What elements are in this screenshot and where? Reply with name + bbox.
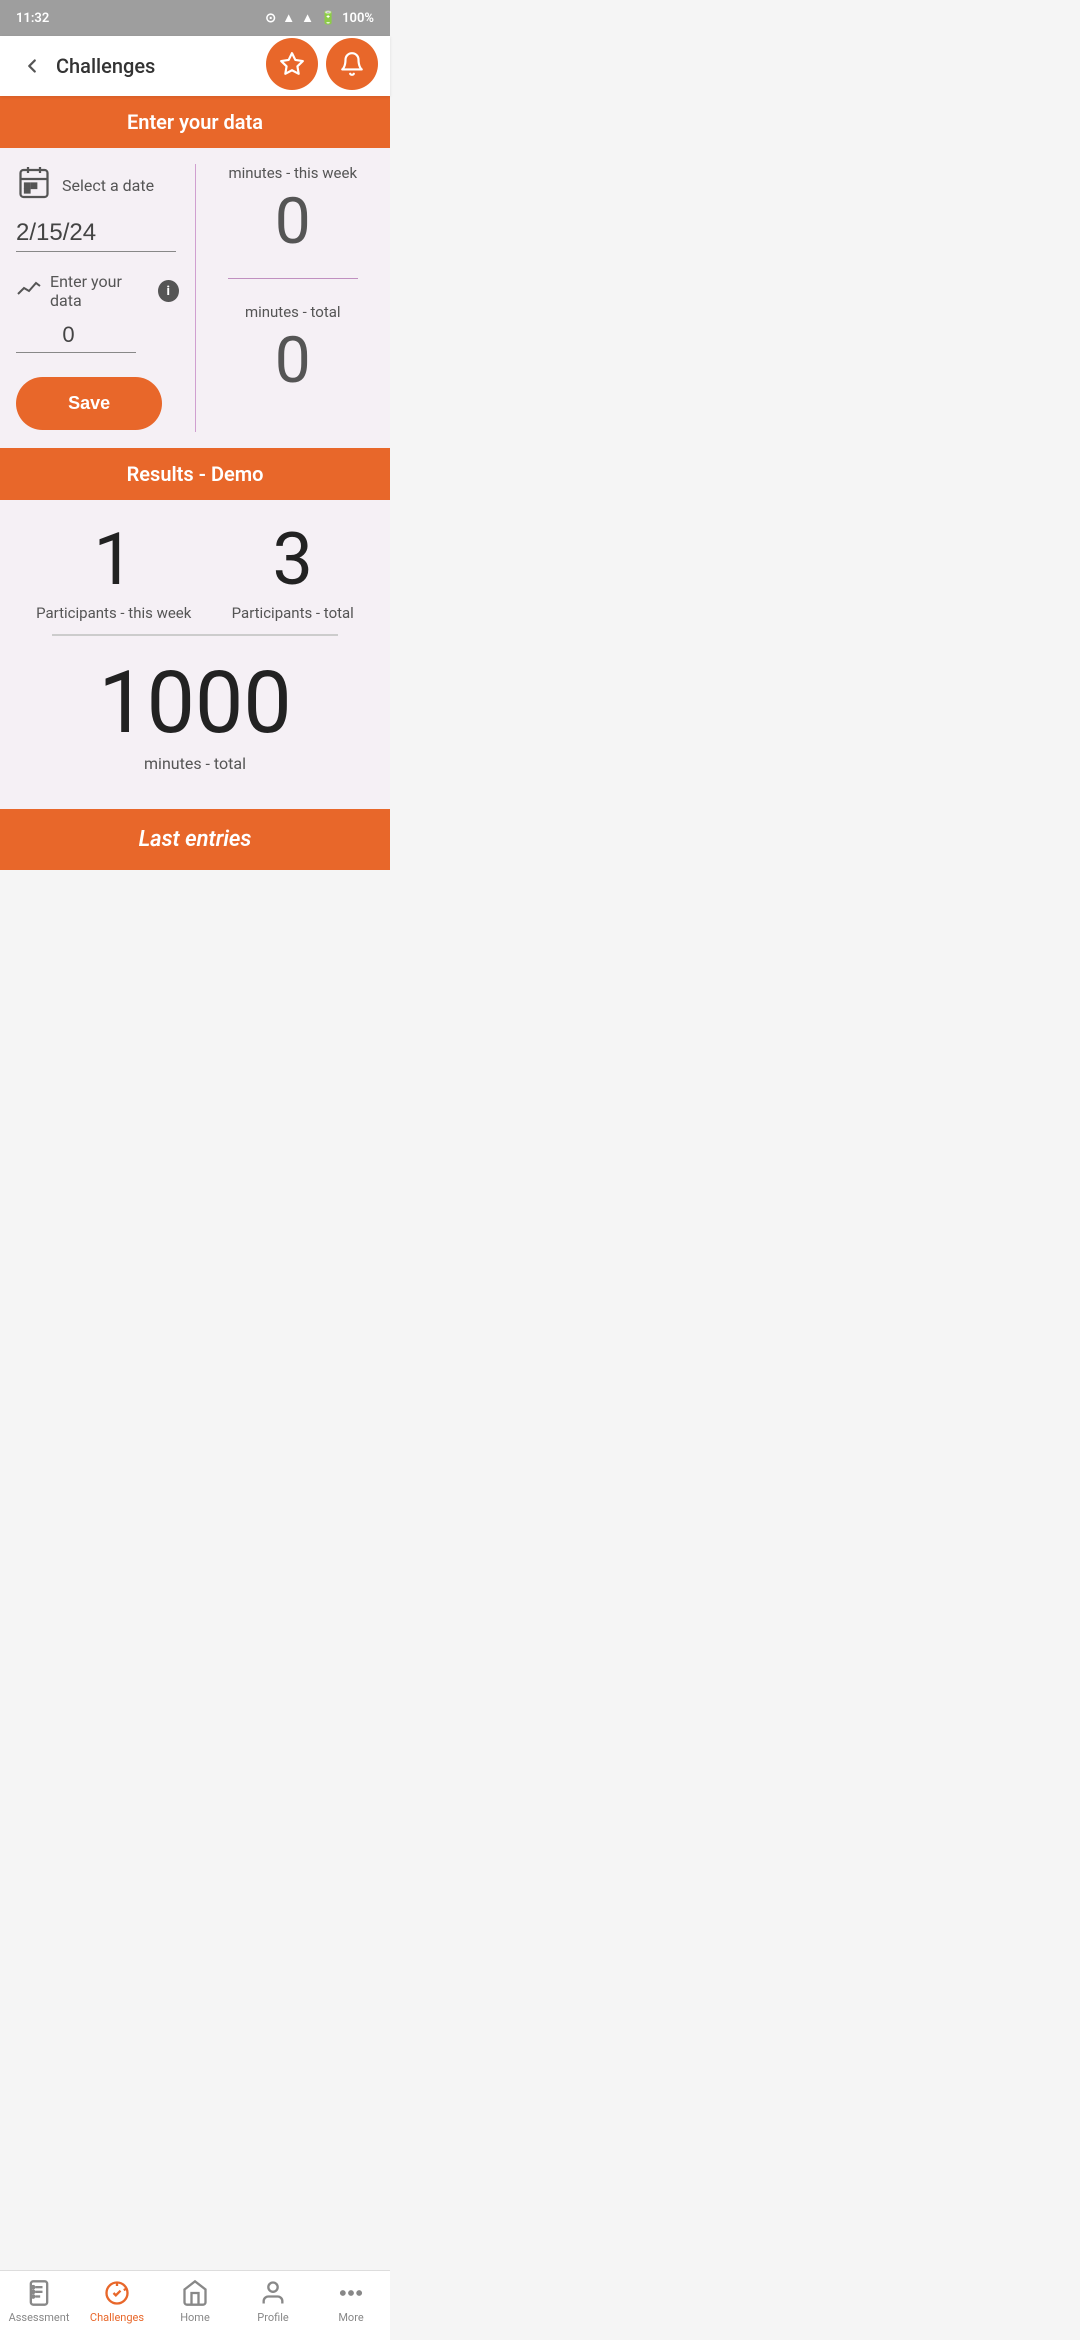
- participants-this-week-value: 1: [36, 524, 191, 596]
- notification-button[interactable]: [326, 38, 378, 90]
- participants-total-value: 3: [232, 524, 354, 596]
- signal-icon: ▲: [301, 10, 314, 26]
- chart-icon: [16, 278, 42, 304]
- participants-total: 3 Participants - total: [232, 524, 354, 622]
- nav-profile[interactable]: Profile: [241, 2279, 305, 2324]
- nav-challenges-label: Challenges: [90, 2311, 144, 2324]
- last-entries-header: Last entries: [0, 809, 390, 870]
- participants-grid: 1 Participants - this week 3 Participant…: [16, 524, 374, 622]
- last-entries-title: Last entries: [139, 827, 252, 852]
- data-entry-left: Select a date Enter your data i Save: [16, 164, 196, 432]
- date-input[interactable]: [16, 215, 176, 252]
- total-minutes-value: 1000: [16, 660, 374, 746]
- total-minutes-section: 1000 minutes - total: [16, 648, 374, 785]
- minutes-this-week-value: 0: [275, 190, 311, 254]
- assessment-icon: [25, 2279, 53, 2307]
- battery-text: 100%: [342, 11, 374, 26]
- info-button[interactable]: i: [158, 280, 178, 302]
- challenges-icon: [103, 2279, 131, 2307]
- results-title: Results - Demo: [127, 462, 264, 486]
- results-section-header: Results - Demo: [0, 448, 390, 500]
- nav-assessment[interactable]: Assessment: [7, 2279, 71, 2324]
- page-title: Challenges: [56, 54, 155, 78]
- profile-icon: [259, 2279, 287, 2307]
- total-minutes-label: minutes - total: [16, 754, 374, 773]
- participants-this-week: 1 Participants - this week: [36, 524, 191, 622]
- date-section: Select a date: [16, 164, 179, 207]
- wifi-icon: ▲: [282, 10, 295, 26]
- nav-more-label: More: [338, 2311, 363, 2324]
- status-bar-right: ⊙ ▲ ▲ 🔋 100%: [265, 10, 374, 26]
- minutes-total-label: minutes - total: [245, 303, 341, 321]
- nav-assessment-label: Assessment: [9, 2311, 70, 2324]
- sim-icon: ⊙: [265, 11, 276, 26]
- minutes-this-week-label: minutes - this week: [228, 164, 357, 182]
- nav-more[interactable]: More: [319, 2279, 383, 2324]
- nav-challenges[interactable]: Challenges: [85, 2279, 149, 2324]
- data-entry-label: Enter your data: [50, 272, 150, 310]
- header-actions: [266, 38, 378, 90]
- select-date-label: Select a date: [62, 176, 154, 195]
- back-button[interactable]: [16, 50, 48, 82]
- save-button[interactable]: Save: [16, 377, 162, 430]
- header: Challenges: [0, 36, 390, 96]
- participants-this-week-label: Participants - this week: [36, 604, 191, 622]
- divider: [52, 634, 338, 636]
- nav-home-label: Home: [180, 2311, 210, 2324]
- data-value-input[interactable]: [16, 318, 136, 353]
- enter-data-section-header: Enter your data: [0, 96, 390, 148]
- badge-button[interactable]: [266, 38, 318, 90]
- nav-profile-label: Profile: [257, 2311, 288, 2324]
- calendar-icon: [16, 164, 52, 207]
- status-time: 11:32: [16, 11, 49, 26]
- minutes-total-value: 0: [275, 329, 311, 393]
- nav-home[interactable]: Home: [163, 2279, 227, 2324]
- data-entry-right: minutes - this week 0 minutes - total 0: [196, 164, 375, 432]
- enter-data-title: Enter your data: [127, 110, 263, 134]
- battery-icon: 🔋: [320, 11, 336, 26]
- bottom-nav: Assessment Challenges Home Profile: [0, 2270, 390, 2340]
- status-bar: 11:32 ⊙ ▲ ▲ 🔋 100%: [0, 0, 390, 36]
- results-section: 1 Participants - this week 3 Participant…: [0, 500, 390, 809]
- home-icon: [181, 2279, 209, 2307]
- more-icon: [337, 2279, 365, 2307]
- data-input-label-row: Enter your data i: [16, 272, 179, 310]
- data-entry-card: Select a date Enter your data i Save min…: [0, 148, 390, 448]
- participants-total-label: Participants - total: [232, 604, 354, 622]
